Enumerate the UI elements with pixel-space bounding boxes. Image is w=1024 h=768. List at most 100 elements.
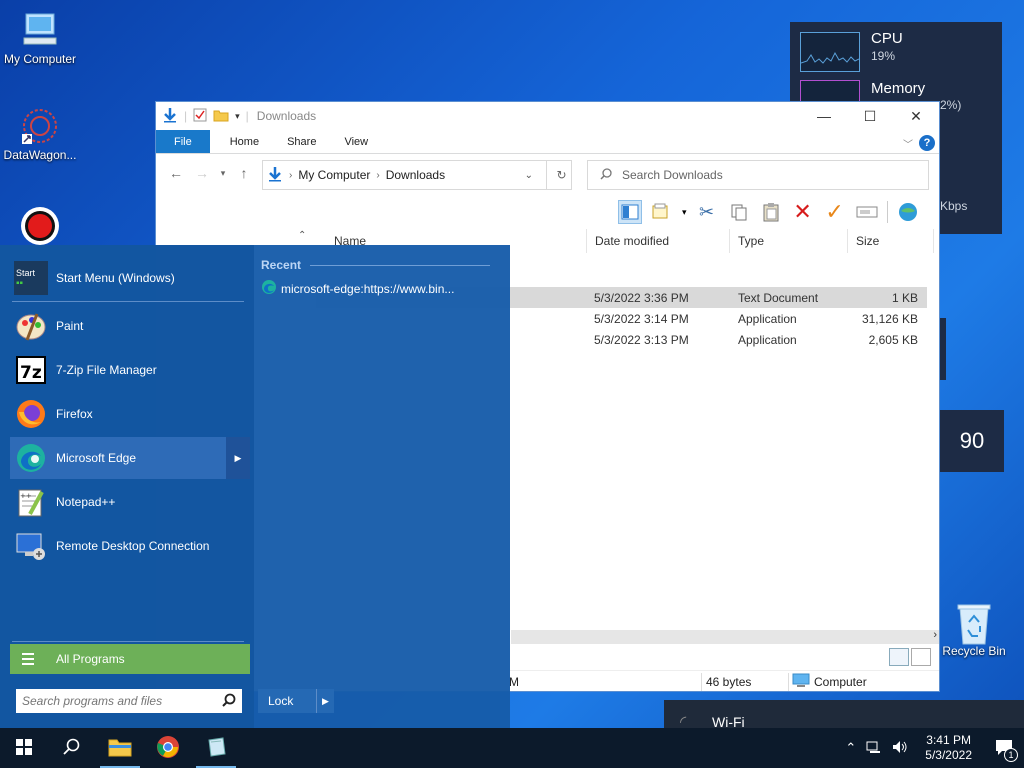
memory-title: Memory — [871, 80, 926, 97]
volume-icon[interactable] — [887, 740, 913, 757]
status-size: 46 bytes — [706, 674, 752, 689]
taskbar-file-explorer[interactable] — [96, 728, 144, 768]
column-size[interactable]: Size — [848, 229, 934, 253]
paste-icon[interactable] — [759, 200, 783, 224]
search-box[interactable]: Search Downloads — [587, 160, 929, 190]
address-bar[interactable]: › My Computer › Downloads ⌄ — [262, 160, 572, 190]
preview-pane-icon[interactable] — [618, 200, 642, 224]
quick-access-dropdown-icon[interactable]: ▾ — [235, 111, 240, 122]
up-arrow-icon[interactable]: ↑ — [234, 165, 254, 181]
tab-file[interactable]: File — [156, 130, 210, 153]
sort-up-icon[interactable]: ⌃ — [298, 230, 306, 241]
start-menu-icon: Start ▪▪ — [14, 261, 48, 295]
details-view-icon[interactable] — [889, 648, 909, 666]
taskbar-search-button[interactable] — [48, 728, 96, 768]
start-button[interactable] — [0, 728, 48, 768]
desktop-icon-recorder[interactable] — [0, 206, 80, 248]
paint-icon — [14, 309, 48, 343]
checkmark-icon[interactable]: ✓ — [823, 199, 847, 224]
notification-count: 1 — [1004, 748, 1018, 762]
cpu-title: CPU — [871, 30, 903, 47]
start-menu-item-edge[interactable]: Microsoft Edge ▶ — [10, 437, 250, 479]
breadcrumb-downloads[interactable]: Downloads — [386, 168, 445, 182]
breadcrumb-my-computer[interactable]: My Computer — [298, 168, 370, 182]
clock[interactable]: 3:41 PM 5/3/2022 — [913, 733, 984, 763]
copy-icon[interactable] — [727, 200, 751, 224]
desktop-icon-datawagon[interactable]: DataWagon... — [0, 106, 80, 162]
chevron-up-icon[interactable]: ⌃ — [840, 740, 861, 756]
tab-view[interactable]: View — [330, 130, 382, 153]
cpu-graph — [800, 32, 860, 72]
taskbar-chrome[interactable] — [144, 728, 192, 768]
taskbar-app[interactable] — [192, 728, 240, 768]
notification-center-button[interactable]: 1 — [984, 728, 1024, 768]
chrome-icon — [156, 735, 180, 762]
tab-home[interactable]: Home — [216, 130, 273, 153]
chevron-right-icon[interactable]: › — [376, 170, 379, 181]
start-menu-item-7zip[interactable]: 7z 7-Zip File Manager — [10, 349, 250, 391]
app-icon — [205, 736, 227, 761]
back-arrow-icon[interactable]: ← — [166, 165, 186, 181]
chevron-down-icon[interactable]: ⌄ — [525, 170, 533, 181]
lock-options-arrow-icon[interactable]: ▶ — [316, 689, 334, 713]
layout-icon[interactable] — [650, 200, 674, 224]
scroll-right-icon[interactable]: › — [933, 629, 937, 641]
title-bar[interactable]: | ▾ | Downloads — ☐ ✕ — [156, 102, 939, 130]
recent-locations-icon[interactable]: ▾ — [218, 168, 228, 179]
start-search-input[interactable] — [22, 694, 212, 708]
close-icon[interactable]: ✕ — [893, 102, 939, 130]
firefox-icon — [14, 397, 48, 431]
layout-dropdown-icon[interactable]: ▾ — [682, 207, 687, 218]
all-programs-button[interactable]: All Programs — [10, 644, 250, 674]
submenu-arrow-icon[interactable]: ▶ — [226, 437, 250, 479]
start-menu-item-paint[interactable]: Paint — [10, 305, 250, 347]
start-menu-item-firefox[interactable]: Firefox — [10, 393, 250, 435]
cut-icon[interactable]: ✂ — [695, 200, 719, 224]
refresh-button[interactable]: ↻ — [546, 160, 576, 190]
column-date-modified[interactable]: Date modified — [586, 229, 730, 253]
new-folder-icon[interactable] — [213, 108, 229, 125]
large-icons-view-icon[interactable] — [911, 648, 931, 666]
delete-icon[interactable]: ✕ — [791, 199, 815, 224]
rename-icon[interactable] — [855, 200, 879, 224]
start-menu-item-remote-desktop[interactable]: Remote Desktop Connection — [10, 525, 250, 567]
memory-value: 2%) — [940, 98, 962, 112]
maximize-icon[interactable]: ☐ — [847, 102, 893, 130]
datawagon-icon — [20, 106, 60, 146]
search-input[interactable]: Search Downloads — [622, 168, 723, 182]
folder-icon — [108, 737, 132, 760]
recycle-bin-icon — [954, 602, 994, 645]
status-left: M — [509, 674, 519, 689]
start-menu-item-notepadpp[interactable]: ++ Notepad++ — [10, 481, 250, 523]
windows-logo-icon — [16, 738, 32, 758]
help-icon[interactable]: ? — [919, 135, 935, 151]
desktop-icon-recycle-bin[interactable]: Recycle Bin — [934, 602, 1014, 658]
search-icon — [63, 738, 81, 759]
start-search-box[interactable] — [16, 689, 242, 713]
refresh-icon: ↻ — [556, 168, 567, 182]
ribbon-expand-icon[interactable]: ﹀ — [903, 136, 913, 151]
desktop-icon-label: My Computer — [3, 52, 77, 66]
start-menu-item-start-menu-windows[interactable]: Start ▪▪ Start Menu (Windows) — [10, 257, 250, 299]
edge-icon — [261, 279, 277, 298]
search-icon — [600, 167, 612, 183]
network-icon[interactable] — [861, 740, 887, 757]
globe-icon[interactable] — [896, 200, 920, 224]
desktop-icon-label: Recycle Bin — [942, 644, 1006, 658]
horizontal-scrollbar[interactable]: › — [511, 629, 939, 644]
record-icon — [20, 206, 60, 246]
widget-edge — [940, 318, 946, 380]
download-location-icon — [267, 166, 283, 185]
minimize-icon[interactable]: — — [801, 102, 847, 130]
chevron-right-icon[interactable]: › — [289, 170, 292, 181]
lock-button[interactable]: Lock ▶ — [258, 689, 334, 713]
properties-icon[interactable] — [193, 108, 207, 125]
wifi-flyout[interactable]: ◜ Wi-Fi — [664, 700, 1024, 731]
column-type[interactable]: Type — [730, 229, 848, 253]
search-icon — [222, 693, 236, 710]
tab-share[interactable]: Share — [273, 130, 330, 153]
edge-icon — [14, 441, 48, 475]
recent-item[interactable]: microsoft-edge:https://www.bin... — [261, 279, 454, 298]
forward-arrow-icon[interactable]: → — [192, 165, 212, 181]
desktop-icon-my-computer[interactable]: My Computer — [0, 10, 80, 66]
